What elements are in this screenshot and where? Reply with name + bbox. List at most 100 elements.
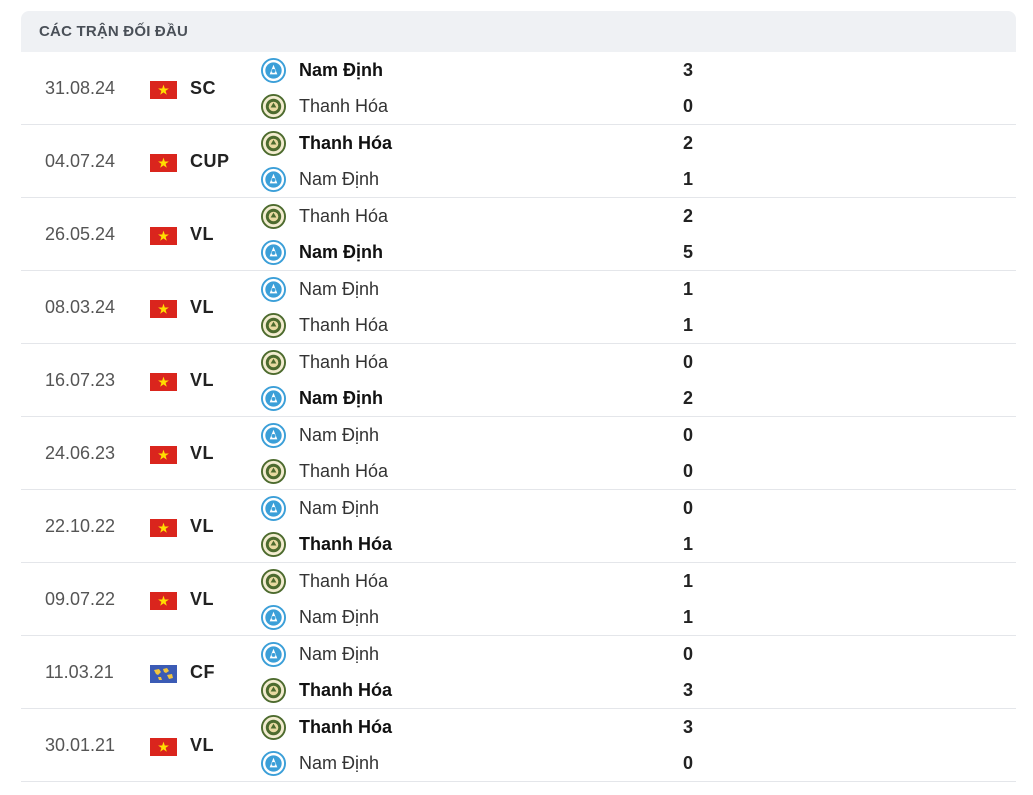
home-team-name: Thanh Hóa: [299, 205, 389, 226]
away-team[interactable]: Nam Định: [261, 745, 379, 781]
away-score: 0: [682, 752, 693, 773]
home-score: 2: [682, 132, 693, 153]
away-team[interactable]: Thanh Hóa: [261, 672, 392, 708]
home-team-name: Nam Định: [299, 424, 380, 445]
home-team-name: Thanh Hóa: [299, 716, 392, 737]
away-team[interactable]: Nam Định: [261, 380, 383, 416]
match-date: 22.10.22: [45, 515, 116, 536]
home-score: 3: [682, 716, 693, 737]
match-row[interactable]: 16.07.23 VL Thanh Hóa Nam Định 0 2: [21, 344, 1016, 417]
away-team-name: Nam Định: [299, 606, 380, 627]
match-date: 24.06.23: [45, 442, 116, 463]
head-to-head-panel: CÁC TRẬN ĐỐI ĐẦU 31.08.24 SC Nam Định Th…: [21, 11, 1016, 782]
away-team[interactable]: Thanh Hóa: [261, 88, 388, 124]
away-team-name: Nam Định: [299, 168, 380, 189]
away-score: 1: [682, 606, 693, 627]
nam-dinh-logo-icon: [261, 239, 299, 265]
home-team[interactable]: Nam Định: [261, 417, 379, 453]
home-team[interactable]: Thanh Hóa: [261, 563, 388, 599]
competition-label: CUP: [190, 150, 230, 171]
nam-dinh-logo-icon: [261, 495, 299, 521]
thanh-hoa-logo-icon: [261, 130, 299, 156]
home-score: 0: [682, 643, 693, 664]
home-team[interactable]: Nam Định: [261, 490, 379, 526]
away-team-name: Thanh Hóa: [299, 314, 389, 335]
match-date: 16.07.23: [45, 369, 116, 390]
competition-label: VL: [190, 515, 215, 536]
match-row[interactable]: 24.06.23 VL Nam Định Thanh Hóa 0 0: [21, 417, 1016, 490]
home-team[interactable]: Thanh Hóa: [261, 709, 392, 745]
home-team[interactable]: Nam Định: [261, 52, 383, 88]
home-team-name: Thanh Hóa: [299, 351, 389, 372]
away-team-name: Nam Định: [299, 752, 380, 773]
away-team[interactable]: Thanh Hóa: [261, 453, 388, 489]
competition-label: VL: [190, 369, 215, 390]
thanh-hoa-logo-icon: [261, 458, 299, 484]
away-team[interactable]: Nam Định: [261, 599, 379, 635]
thanh-hoa-logo-icon: [261, 568, 299, 594]
vietnam-flag-icon: [150, 738, 177, 756]
away-score: 1: [682, 314, 693, 335]
thanh-hoa-logo-icon: [261, 677, 299, 703]
vietnam-flag-icon: [150, 519, 177, 537]
match-list: 31.08.24 SC Nam Định Thanh Hóa 3 0 04.07…: [21, 52, 1016, 782]
away-team[interactable]: Thanh Hóa: [261, 307, 388, 343]
nam-dinh-logo-icon: [261, 385, 299, 411]
away-score: 0: [682, 95, 693, 116]
competition-label: VL: [190, 223, 215, 244]
match-row[interactable]: 09.07.22 VL Thanh Hóa Nam Định 1 1: [21, 563, 1016, 636]
away-team[interactable]: Nam Định: [261, 161, 379, 197]
away-score: 2: [682, 387, 693, 408]
competition-label: VL: [190, 296, 215, 317]
match-date: 04.07.24: [45, 150, 116, 171]
match-row[interactable]: 08.03.24 VL Nam Định Thanh Hóa 1 1: [21, 271, 1016, 344]
vietnam-flag-icon: [150, 300, 177, 318]
match-row[interactable]: 04.07.24 CUP Thanh Hóa Nam Định 2 1: [21, 125, 1016, 198]
match-row[interactable]: 31.08.24 SC Nam Định Thanh Hóa 3 0: [21, 52, 1016, 125]
home-score: 1: [682, 570, 693, 591]
away-team[interactable]: Thanh Hóa: [261, 526, 392, 562]
thanh-hoa-logo-icon: [261, 93, 299, 119]
nam-dinh-logo-icon: [261, 422, 299, 448]
thanh-hoa-logo-icon: [261, 312, 299, 338]
home-score: 3: [682, 59, 693, 80]
thanh-hoa-logo-icon: [261, 531, 299, 557]
competition-label: VL: [190, 442, 215, 463]
away-score: 0: [682, 460, 693, 481]
away-score: 5: [682, 241, 693, 262]
match-date: 08.03.24: [45, 296, 116, 317]
away-team-name: Thanh Hóa: [299, 679, 392, 700]
away-score: 1: [682, 168, 693, 189]
home-team[interactable]: Thanh Hóa: [261, 198, 388, 234]
home-score: 0: [682, 424, 693, 445]
section-header: CÁC TRẬN ĐỐI ĐẦU: [21, 11, 1016, 52]
away-score: 1: [682, 533, 693, 554]
vietnam-flag-icon: [150, 446, 177, 464]
home-team[interactable]: Thanh Hóa: [261, 344, 388, 380]
match-date: 11.03.21: [45, 661, 114, 682]
match-row[interactable]: 11.03.21 CF Nam Định Thanh Hóa 0 3: [21, 636, 1016, 709]
match-row[interactable]: 26.05.24 VL Thanh Hóa Nam Định 2 5: [21, 198, 1016, 271]
nam-dinh-logo-icon: [261, 750, 299, 776]
match-date: 09.07.22: [45, 588, 116, 609]
home-score: 0: [682, 351, 693, 372]
match-row[interactable]: 22.10.22 VL Nam Định Thanh Hóa 0 1: [21, 490, 1016, 563]
nam-dinh-logo-icon: [261, 276, 299, 302]
world-flag-icon: [150, 665, 177, 683]
competition-label: VL: [190, 734, 215, 755]
nam-dinh-logo-icon: [261, 166, 299, 192]
away-team[interactable]: Nam Định: [261, 234, 383, 270]
match-date: 26.05.24: [45, 223, 116, 244]
home-score: 0: [682, 497, 693, 518]
match-row[interactable]: 30.01.21 VL Thanh Hóa Nam Định 3 0: [21, 709, 1016, 782]
home-team-name: Nam Định: [299, 497, 380, 518]
home-score: 2: [682, 205, 693, 226]
home-team[interactable]: Nam Định: [261, 636, 379, 672]
match-date: 31.08.24: [45, 77, 116, 98]
thanh-hoa-logo-icon: [261, 714, 299, 740]
competition-label: VL: [190, 588, 215, 609]
home-team[interactable]: Thanh Hóa: [261, 125, 392, 161]
match-date: 30.01.21: [45, 734, 116, 755]
section-title: CÁC TRẬN ĐỐI ĐẦU: [39, 23, 189, 40]
home-team[interactable]: Nam Định: [261, 271, 379, 307]
